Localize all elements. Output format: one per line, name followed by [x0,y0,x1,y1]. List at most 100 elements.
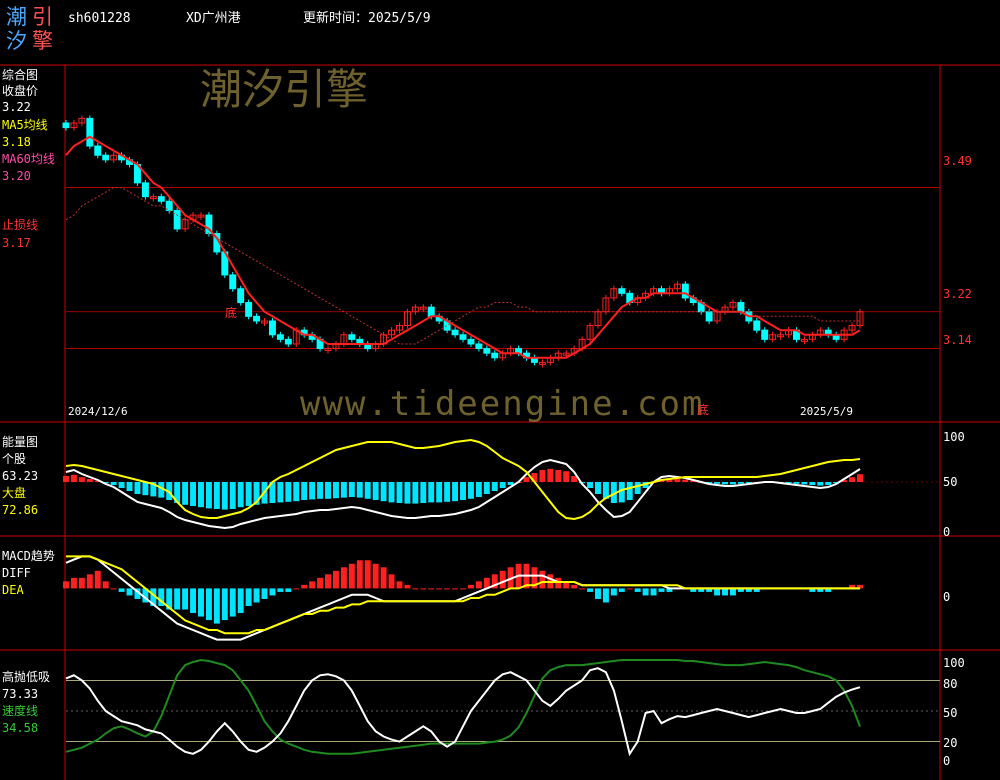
candle [157,196,165,202]
candle [237,288,245,304]
macd-bar [340,567,347,589]
energy-bar [475,482,482,497]
macd-dea-label: DEA [2,583,24,597]
bottom-mark-2: 底 [697,403,710,417]
energy-bar [221,482,228,510]
energy-bar [444,482,451,502]
candle [705,311,713,322]
speed-line-label: 速度线 [2,704,39,718]
energy-market-line [65,438,861,521]
ma5-line [65,135,861,359]
ma60-label: MA60均线 [2,152,55,166]
energy-bar [293,482,300,502]
candle [141,182,149,198]
energy-bar [483,482,490,494]
macd-bar [332,570,339,589]
energy-market-value: 72.86 [2,503,39,517]
energy-bar [245,482,252,506]
energy-bar [491,482,498,491]
date-start: 2024/12/6 [68,405,128,418]
macd-bar [285,588,292,592]
price-tick-3: 3.14 [943,333,972,347]
energy-bar [356,482,363,498]
energy-bar [809,482,816,485]
energy-bar [420,482,427,503]
macd-bar [579,588,586,590]
macd-bar [396,581,403,589]
macd-bar [253,588,260,603]
macd-bar [174,588,181,610]
candle [467,338,475,345]
macd-bar [626,588,633,590]
macd-bar [475,581,482,589]
gaopao-tick-0: 0 [943,754,951,768]
macd-bar [499,570,506,589]
candle [618,288,626,294]
bottom-mark-1: 底 [225,306,238,320]
gaopao-value: 73.33 [2,687,39,701]
energy-bar [237,482,244,508]
energy-bar [626,482,633,500]
energy-bar [595,482,601,494]
candle [284,338,292,345]
energy-bar [380,482,387,502]
energy-bar [317,482,324,499]
macd-bar [444,588,451,590]
macd-bar [182,588,189,610]
close-label: 收盘价 [2,84,39,98]
energy-bar [213,482,220,509]
price-tick-1: 3.49 [943,154,972,168]
energy-bar [340,482,347,498]
energy-bar [682,479,689,482]
energy-bar [348,482,355,497]
macd-bar [348,563,355,589]
macd-bar [420,588,427,590]
energy-bar [182,482,189,505]
energy-bar [857,474,863,482]
macd-bar [102,581,109,589]
energy-bar [277,482,284,503]
energy-bar [428,482,435,503]
energy-bar [452,482,459,502]
energy-tick-50: 50 [943,475,958,489]
candle [761,329,769,340]
ma5-label: MA5均线 [2,118,48,132]
close-value: 3.22 [2,100,31,114]
candle [483,348,491,354]
macd-bar [118,588,125,592]
speed-line-value: 34.58 [2,721,39,735]
gaopao-tick-20: 20 [943,736,958,750]
main-panel-title: 综合图 [2,68,39,82]
macd-bar [467,584,474,589]
macd-bar [539,570,546,589]
date-end: 2025/5/9 [800,405,853,418]
macd-bar [436,588,443,590]
candle [427,306,435,317]
gaopao-main-line [65,667,861,757]
energy-stock-value: 63.23 [2,469,39,483]
macd-bar [404,584,411,589]
energy-bar [674,479,681,482]
energy-bar [388,482,395,503]
macd-bar [317,577,324,589]
energy-bar [86,479,93,482]
macd-bar [610,588,617,596]
macd-bar [261,588,268,599]
macd-bar [94,570,101,589]
candle [253,315,261,322]
candle [86,117,94,147]
energy-bar [499,482,506,488]
energy-bar [436,482,443,503]
macd-bar [356,560,363,589]
macd-bar [618,588,625,592]
candle [94,145,102,156]
macd-bar [380,567,387,589]
macd-bar [372,563,379,589]
ma5-value: 3.18 [2,135,31,149]
price-tick-2: 3.22 [943,287,972,301]
macd-bar [452,588,459,590]
energy-bar [118,482,125,488]
macd-bar [70,577,77,589]
macd-bar [213,588,220,624]
energy-bar [737,482,744,484]
